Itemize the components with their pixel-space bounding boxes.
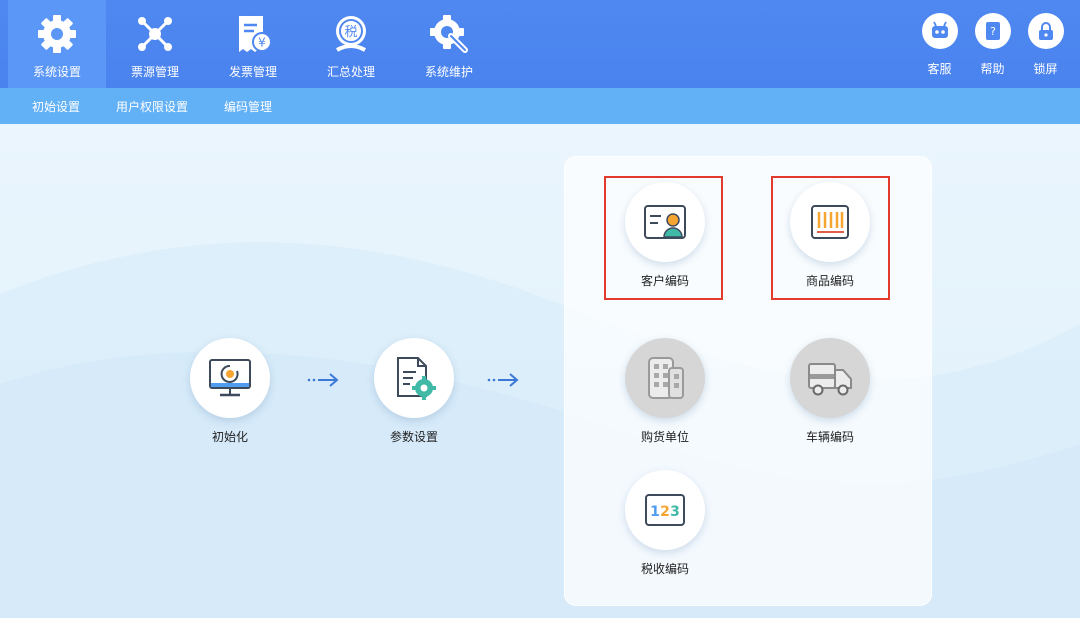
params-node[interactable]: 参数设置: [364, 338, 464, 445]
subnav-initial-settings[interactable]: 初始设置: [32, 98, 80, 115]
tool-label: 帮助: [980, 62, 1005, 76]
tab-ticket-source[interactable]: 票源管理: [106, 0, 204, 88]
toolbar-tools: 客服 ? 帮助 锁屏: [913, 0, 1072, 88]
svg-text:?: ?: [990, 25, 996, 38]
subnav-code-management[interactable]: 编码管理: [224, 98, 272, 115]
settings-document-icon: [397, 357, 436, 400]
node-label: 车辆编码: [805, 430, 854, 444]
tab-label: 发票管理: [228, 65, 277, 79]
tool-label: 客服: [927, 62, 952, 76]
node-label: 参数设置: [389, 430, 438, 444]
init-node[interactable]: 初始化: [180, 338, 280, 445]
svg-text:1: 1: [650, 504, 660, 520]
lock-icon: [1038, 22, 1053, 40]
svg-text:2: 2: [660, 504, 670, 520]
tab-summary-processing[interactable]: 税 汇总处理: [302, 0, 400, 88]
svg-text:税: 税: [344, 25, 357, 40]
customer-service-button[interactable]: 客服: [913, 0, 966, 88]
node-label: 税收编码: [640, 562, 689, 576]
top-toolbar: 系统设置 票源管理 ¥ 发票管理 税 汇总处理 系统维护 客服 ? 帮助 锁屏: [0, 0, 1080, 88]
maintenance-icon: [430, 15, 468, 53]
tab-label: 汇总处理: [326, 65, 375, 79]
tab-label: 票源管理: [130, 65, 179, 79]
monitor-icon: [209, 359, 251, 397]
subnav-user-permissions[interactable]: 用户权限设置: [116, 98, 188, 115]
tab-system-settings[interactable]: 系统设置: [8, 0, 106, 88]
invoice-icon: ¥: [239, 16, 272, 52]
highlight-box-product: [771, 176, 890, 300]
help-book-icon: ?: [985, 22, 1000, 40]
tab-label: 系统设置: [32, 65, 81, 79]
svg-text:¥: ¥: [258, 36, 266, 50]
tab-invoice-management[interactable]: ¥ 发票管理: [204, 0, 302, 88]
highlight-box-customer: [604, 176, 723, 300]
flow-arrow-2: [487, 373, 519, 387]
gear-icon: [38, 15, 76, 53]
building-icon: [648, 357, 684, 399]
vehicle-code-node[interactable]: 车辆编码: [780, 338, 880, 445]
main-content: 初始化 参数设置 客户编码 商品编码 购货单位 车辆编码 1 2 3 税收编码: [0, 124, 1080, 618]
network-icon: [138, 17, 172, 51]
node-label: 初始化: [211, 430, 248, 444]
tab-system-maintenance[interactable]: 系统维护: [400, 0, 498, 88]
sub-nav: 初始设置 用户权限设置 编码管理: [0, 88, 1080, 124]
robot-icon: [931, 21, 948, 38]
truck-icon: [808, 363, 852, 396]
lock-screen-button[interactable]: 锁屏: [1019, 0, 1072, 88]
flow-arrow-1: [307, 373, 339, 387]
main-nav: 系统设置 票源管理 ¥ 发票管理 税 汇总处理 系统维护: [8, 0, 498, 88]
help-button[interactable]: ? 帮助: [966, 0, 1019, 88]
purchaser-node[interactable]: 购货单位: [615, 338, 715, 445]
node-label: 购货单位: [640, 430, 689, 444]
svg-text:3: 3: [670, 504, 680, 520]
tab-label: 系统维护: [424, 65, 473, 79]
numbers-icon: 1 2 3: [645, 494, 685, 526]
tool-label: 锁屏: [1033, 62, 1058, 76]
tax-summary-icon: 税: [336, 16, 366, 52]
tax-code-node[interactable]: 1 2 3 税收编码: [615, 470, 715, 577]
